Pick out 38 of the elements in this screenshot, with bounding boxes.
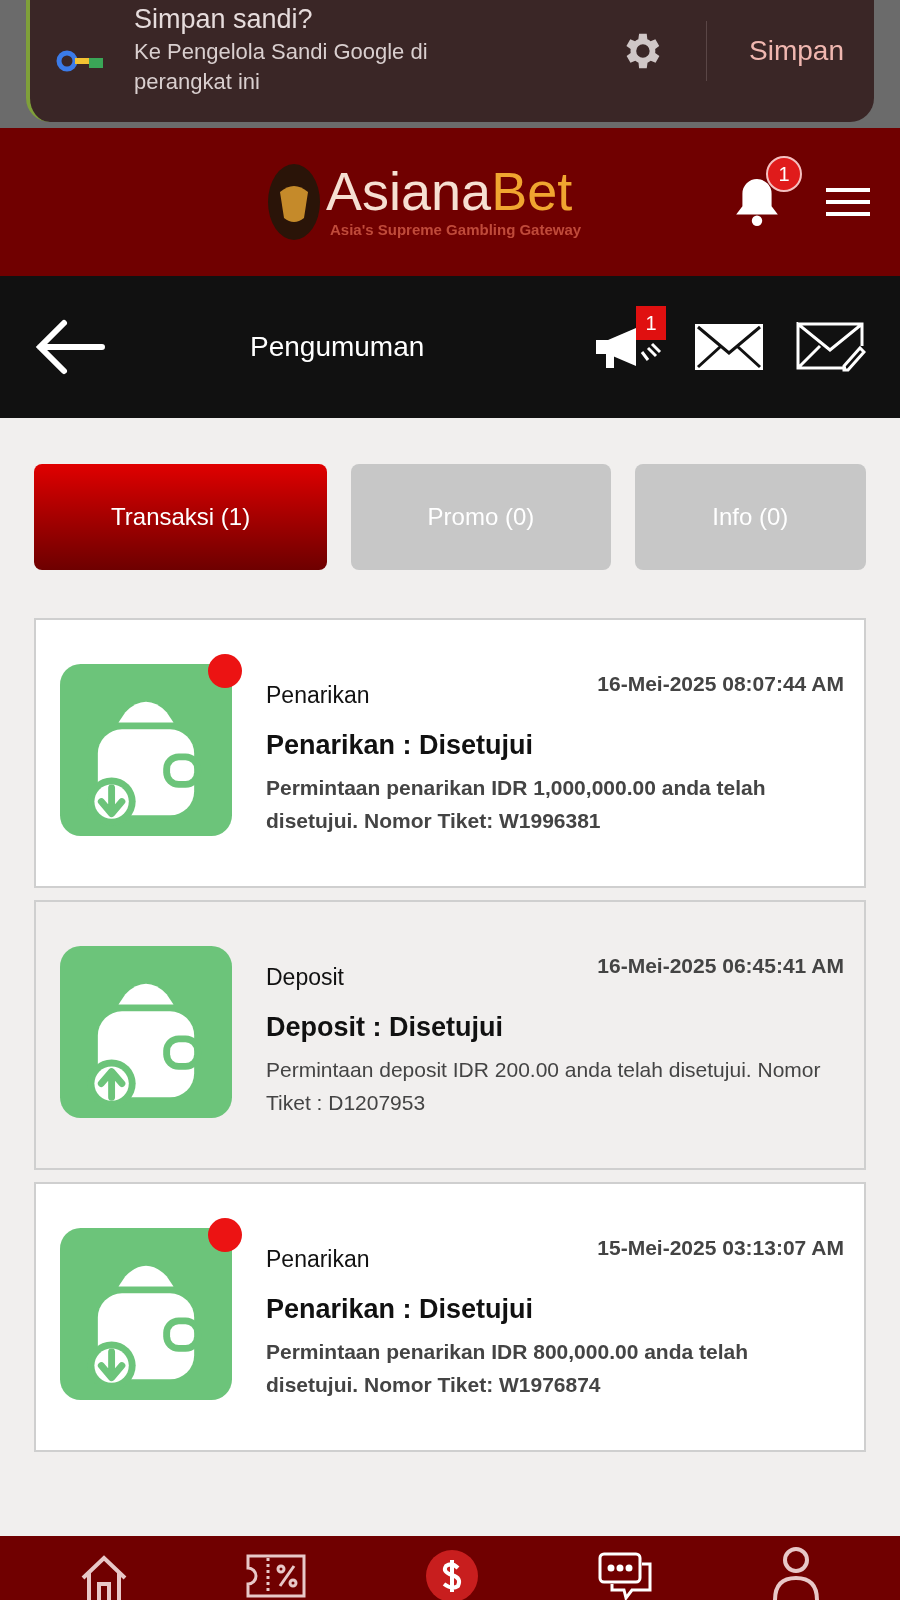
wallet-icon: [60, 664, 232, 836]
timestamp: 16-Mei-2025 08:07:44 AM: [597, 671, 844, 697]
logo-text: Asiana: [326, 162, 492, 219]
category-tab[interactable]: Transaksi (1): [34, 464, 328, 570]
notification-message: Permintaan penarikan IDR 1,000,000.00 anda telah disetujui. Nomor Tiket: W1996381: [266, 775, 767, 834]
category-label: Penarikan: [266, 1245, 370, 1274]
category-label: Deposit: [266, 963, 344, 992]
notification-message: Permintaan penarikan IDR 800,000.00 anda telah disetujui. Nomor Tiket: W1976874: [266, 1339, 750, 1398]
category-label: Penarikan: [266, 681, 370, 710]
back-arrow-icon[interactable]: [34, 317, 106, 377]
notification-badge: 1: [766, 156, 802, 192]
chat-icon[interactable]: [597, 1550, 654, 1600]
prompt-title: Simpan sandi?: [134, 5, 314, 33]
user-icon[interactable]: [771, 1546, 822, 1600]
prompt-message: Ke Pengelola Sandi Google di perangkat ini: [134, 38, 429, 96]
logo-emblem-icon: [266, 162, 322, 242]
notification-title: Deposit : Disetujui: [266, 1010, 504, 1044]
logo-tagline: Asia's Supreme Gambling Gateway: [330, 219, 582, 240]
key-icon: [56, 50, 106, 72]
page-title: Pengumuman: [250, 330, 425, 364]
dollar-coin-icon[interactable]: [424, 1548, 480, 1600]
notification-card[interactable]: Deposit 16-Mei-2025 06:45:41 AM Deposit : Disetujui Permintaan deposit IDR 200.00 anda telah disetujui. Nomor Tiket : D1207953: [34, 900, 866, 1170]
notification-message: Permintaan deposit IDR 200.00 anda telah disetujui. Nomor Tiket : D1207953: [266, 1057, 822, 1116]
compose-mail-icon[interactable]: [796, 322, 866, 372]
timestamp: 16-Mei-2025 06:45:41 AM: [597, 953, 844, 979]
menu-icon[interactable]: [826, 186, 870, 218]
promo-ticket-icon[interactable]: [246, 1554, 307, 1598]
logo-accent-text: Bet: [491, 162, 573, 219]
timestamp: 15-Mei-2025 03:13:07 AM: [597, 1235, 844, 1261]
notification-title: Penarikan : Disetujui: [266, 1292, 535, 1326]
notification-card[interactable]: Penarikan 15-Mei-2025 03:13:07 AM Penarikan : Disetujui Permintaan penarikan IDR 800,000.00 anda telah disetujui. Nomor Tiket: W1976874: [34, 1182, 866, 1452]
wallet-icon: [60, 1228, 232, 1400]
announcement-badge: 1: [636, 306, 666, 340]
wallet-icon: [60, 946, 232, 1118]
mail-icon[interactable]: [694, 323, 764, 371]
save-button[interactable]: Simpan: [749, 30, 844, 72]
notification-card[interactable]: Penarikan 16-Mei-2025 08:07:44 AM Penarikan : Disetujui Permintaan penarikan IDR 1,000,000.00 anda telah disetujui. Nomor Tiket: W1996381: [34, 618, 866, 888]
notification-title: Penarikan : Disetujui: [266, 728, 535, 762]
